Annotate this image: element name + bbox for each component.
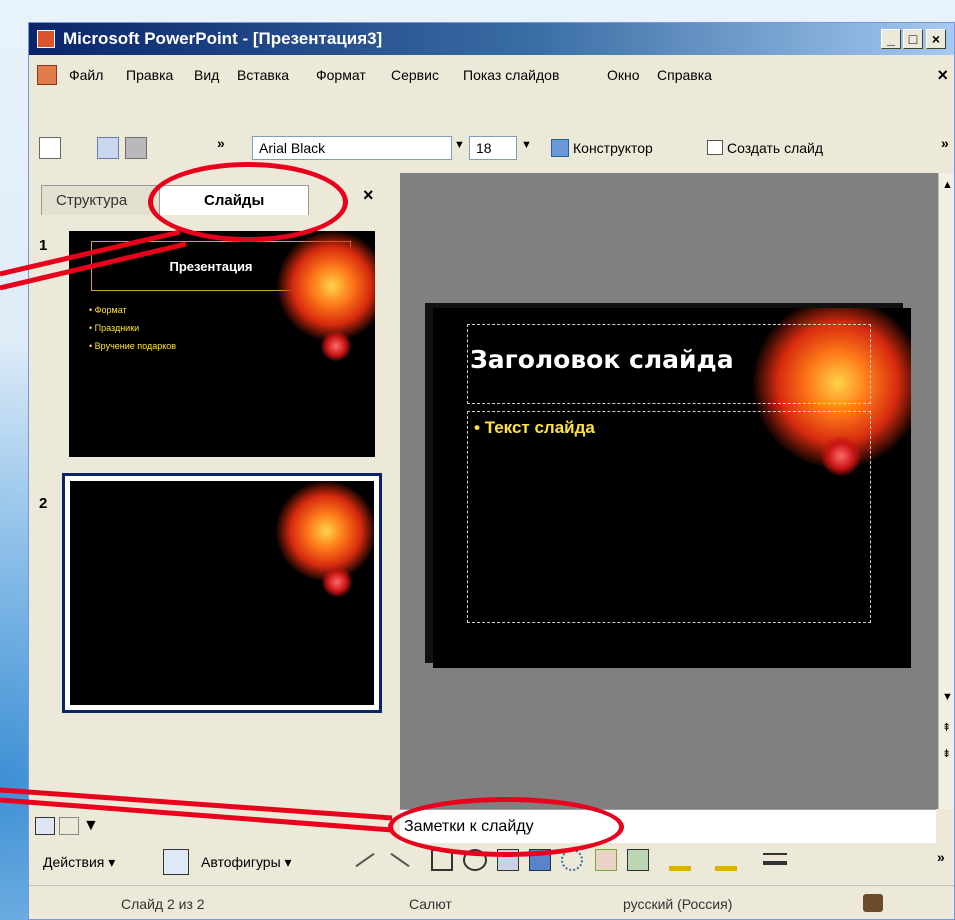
menu-window[interactable]: Окно <box>607 67 640 83</box>
slides-pane: Структура Слайды × 1 Презентация • Форма… <box>29 173 397 809</box>
slide-body[interactable]: • Текст слайда <box>474 418 595 438</box>
document-icon[interactable] <box>37 65 57 85</box>
font-size-dropdown-icon[interactable]: ▼ <box>521 139 532 151</box>
status-language: русский (Россия) <box>623 896 733 912</box>
menu-view[interactable]: Вид <box>194 67 219 83</box>
menu-edit[interactable]: Правка <box>126 67 173 83</box>
window-title: Microsoft PowerPoint - [Презентация3] <box>63 29 383 48</box>
powerpoint-window: Microsoft PowerPoint - [Презентация3] _ … <box>28 22 955 920</box>
new-slide-button[interactable]: Создать слайд <box>727 140 823 156</box>
chevron-down-icon[interactable]: ▾ <box>285 854 292 870</box>
picture-tool-icon[interactable] <box>627 849 649 871</box>
toolbar-overflow-right-icon[interactable]: » <box>941 135 949 151</box>
annotation-ellipse-notes <box>388 797 624 857</box>
thumb-bullet: • Праздники <box>89 323 140 333</box>
actions-label[interactable]: Действия <box>43 854 104 870</box>
autoshapes-label[interactable]: Автофигуры <box>201 854 281 870</box>
thumb-bullet: • Вручение подарков <box>89 341 177 351</box>
thumb-bullet: • Формат <box>89 305 127 315</box>
thumb-bullet-list: • Формат • Праздники • Вручение подарков <box>89 301 176 355</box>
copy-icon[interactable] <box>97 137 119 159</box>
slide-number: 1 <box>39 237 48 254</box>
firework-graphic <box>277 231 375 341</box>
status-slide-count: Слайд 2 из 2 <box>121 896 205 912</box>
spark-graphic <box>322 567 352 597</box>
font-name-dropdown-icon[interactable]: ▼ <box>454 139 465 151</box>
status-design-name: Салют <box>409 896 452 912</box>
select-pointer-icon[interactable] <box>163 849 189 875</box>
clipart-tool-icon[interactable] <box>595 849 617 871</box>
pane-close-button[interactable]: × <box>363 185 374 206</box>
close-button[interactable]: × <box>926 29 946 49</box>
new-document-icon[interactable] <box>39 137 61 159</box>
next-slide-icon[interactable]: ⇟ <box>942 747 951 760</box>
slide-number: 2 <box>39 495 48 512</box>
slide-body-text[interactable]: Текст слайда <box>485 418 595 437</box>
current-slide[interactable]: Заголовок слайда • Текст слайда <box>433 308 911 668</box>
tab-outline[interactable]: Структура <box>41 185 161 215</box>
document-close-button[interactable]: × <box>937 65 948 86</box>
minimize-button[interactable]: _ <box>881 29 901 49</box>
vertical-scrollbar[interactable]: ▲ ▼ ⇞ ⇟ <box>938 173 954 809</box>
actions-menu[interactable]: Действия ▾ <box>43 854 115 871</box>
designer-icon[interactable] <box>551 139 569 157</box>
spelling-check-icon[interactable] <box>863 894 883 912</box>
menu-format[interactable]: Формат <box>316 67 366 83</box>
slide-title[interactable]: Заголовок слайда <box>470 345 734 374</box>
slide-sorter-view-icon[interactable] <box>59 817 79 835</box>
thumb-bullet-text: Формат <box>94 305 127 315</box>
new-slide-icon[interactable] <box>707 140 723 155</box>
line-tool-icon[interactable] <box>355 852 375 868</box>
thumb-bullet-text: Праздники <box>94 323 140 333</box>
arrow-tool-icon[interactable] <box>390 852 410 868</box>
slide-show-view-icon[interactable]: ▼ <box>83 817 99 834</box>
toolbar-overflow-icon[interactable]: » <box>217 135 225 151</box>
title-placeholder[interactable]: Заголовок слайда <box>467 324 871 404</box>
firework-graphic <box>276 481 374 581</box>
scroll-up-icon[interactable]: ▲ <box>942 179 953 191</box>
menu-file[interactable]: Файл <box>69 67 103 83</box>
scroll-down-icon[interactable]: ▼ <box>942 691 953 703</box>
thumb-bullet-text: Вручение подарков <box>94 341 177 351</box>
menu-bar: Файл Правка Вид Вставка Формат Сервис По… <box>29 57 954 97</box>
fill-color-icon[interactable] <box>669 849 691 871</box>
slide-thumbnail-1[interactable]: Презентация • Формат • Праздники • Вруче… <box>69 231 375 457</box>
line-style-icon[interactable] <box>763 853 787 865</box>
chevron-down-icon[interactable]: ▾ <box>108 854 115 870</box>
normal-view-icon[interactable] <box>35 817 55 835</box>
font-size-select[interactable]: 18 <box>469 136 517 160</box>
annotation-ellipse-slides-tab <box>148 162 348 242</box>
menu-help[interactable]: Справка <box>657 67 712 83</box>
title-bar: Microsoft PowerPoint - [Презентация3] _ … <box>29 23 954 55</box>
line-color-icon[interactable] <box>715 849 737 871</box>
menu-tools[interactable]: Сервис <box>391 67 439 83</box>
slide-thumbnail-2-selection[interactable] <box>62 473 382 713</box>
view-buttons: ▼ <box>29 809 397 843</box>
designer-button[interactable]: Конструктор <box>573 140 653 156</box>
paste-icon[interactable] <box>125 137 147 159</box>
drawing-overflow-icon[interactable]: » <box>937 849 945 865</box>
autoshapes-menu[interactable]: Автофигуры ▾ <box>201 854 292 871</box>
font-name-select[interactable]: Arial Black <box>252 136 452 160</box>
status-bar: Слайд 2 из 2 Салют русский (Россия) <box>29 885 954 919</box>
maximize-button[interactable]: □ <box>903 29 923 49</box>
spark-graphic <box>321 331 351 361</box>
slide-thumbnail-2[interactable] <box>70 481 374 705</box>
menu-insert[interactable]: Вставка <box>237 67 289 83</box>
menu-slideshow[interactable]: Показ слайдов <box>463 67 559 83</box>
body-placeholder[interactable]: • Текст слайда <box>467 411 871 623</box>
previous-slide-icon[interactable]: ⇞ <box>942 721 951 734</box>
formatting-toolbar: » Arial Black ▼ 18 ▼ Конструктор Создать… <box>29 131 954 167</box>
powerpoint-app-icon <box>37 30 55 48</box>
